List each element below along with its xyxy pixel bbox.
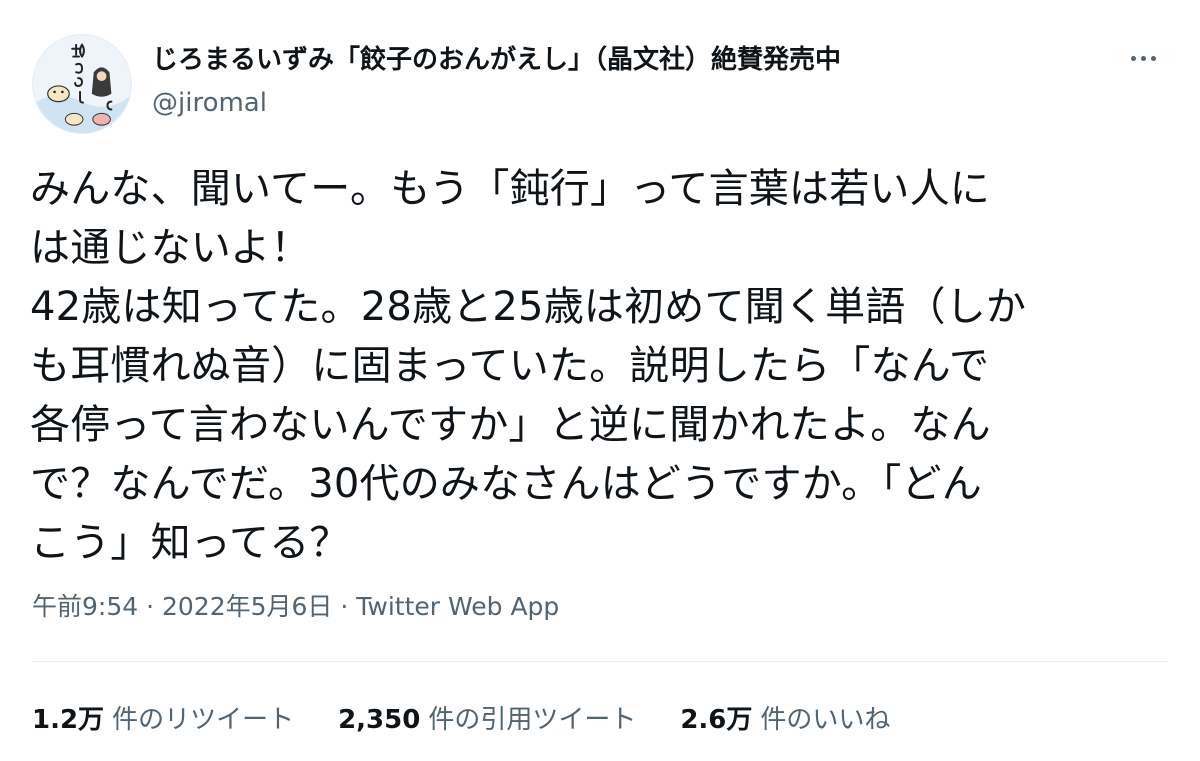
more-dot: [1140, 55, 1146, 61]
tweet-time[interactable]: 午前9:54: [32, 592, 138, 621]
avatar-illustration: [33, 35, 131, 133]
tweet-line: 各停って言わないんですか」と逆に聞かれたよ。なん: [30, 402, 991, 448]
meta-separator: ·: [138, 592, 162, 621]
tweet-line: みんな、聞いてー。もう「鈍行」って言葉は若い人に: [30, 166, 990, 212]
tweet-body: みんな、聞いてー。もう「鈍行」って言葉は若い人に は通じないよ！ 42歳は知って…: [30, 160, 1170, 573]
retweets-label: 件のリツイート: [112, 704, 295, 735]
author-names: じろまるいずみ「餃子のおんがえし」（晶文社）絶賛発売中 @jiromal: [152, 42, 1112, 120]
quotes-stat[interactable]: 2,350 件の引用ツイート: [338, 699, 636, 736]
display-name[interactable]: じろまるいずみ「餃子のおんがえし」（晶文社）絶賛発売中: [152, 42, 1112, 78]
retweets-count: 1.2万: [32, 704, 105, 735]
more-horizontal-icon: [1130, 55, 1136, 61]
tweet-date[interactable]: 2022年5月6日: [162, 592, 332, 621]
tweet-meta: 午前9:54 · 2022年5月6日 · Twitter Web App: [32, 590, 559, 624]
likes-label: 件のいいね: [760, 704, 891, 735]
tweet-card: じろまるいずみ「餃子のおんがえし」（晶文社）絶賛発売中 @jiromal みんな…: [0, 0, 1200, 761]
more-options-button[interactable]: [1124, 46, 1162, 70]
quotes-count: 2,350: [338, 704, 421, 735]
retweets-stat[interactable]: 1.2万 件のリツイート: [32, 699, 294, 736]
tweet-source[interactable]: Twitter Web App: [356, 592, 559, 621]
avatar[interactable]: [32, 34, 132, 134]
likes-count: 2.6万: [680, 704, 753, 735]
tweet-header: じろまるいずみ「餃子のおんがえし」（晶文社）絶賛発売中 @jiromal: [32, 34, 1172, 134]
tweet-line: で？なんでだ。30代のみなさんはどうですか。「どん: [30, 461, 982, 507]
divider: [32, 661, 1168, 662]
more-dot: [1150, 55, 1156, 61]
tweet-line: こう」知ってる？: [30, 520, 350, 566]
likes-stat[interactable]: 2.6万 件のいいね: [680, 699, 890, 736]
user-handle[interactable]: @jiromal: [152, 86, 1112, 120]
tweet-line: も耳慣れぬ音）に固まっていた。説明したら「なんで: [30, 343, 990, 389]
tweet-line: 42歳は知ってた。28歳と25歳は初めて聞く単語（しか: [30, 284, 1027, 330]
meta-separator: ·: [332, 592, 357, 621]
tweet-stats: 1.2万 件のリツイート 2,350 件の引用ツイート 2.6万 件のいいね: [32, 697, 934, 737]
tweet-line: は通じないよ！: [30, 225, 311, 271]
quotes-label: 件の引用ツイート: [428, 704, 637, 735]
